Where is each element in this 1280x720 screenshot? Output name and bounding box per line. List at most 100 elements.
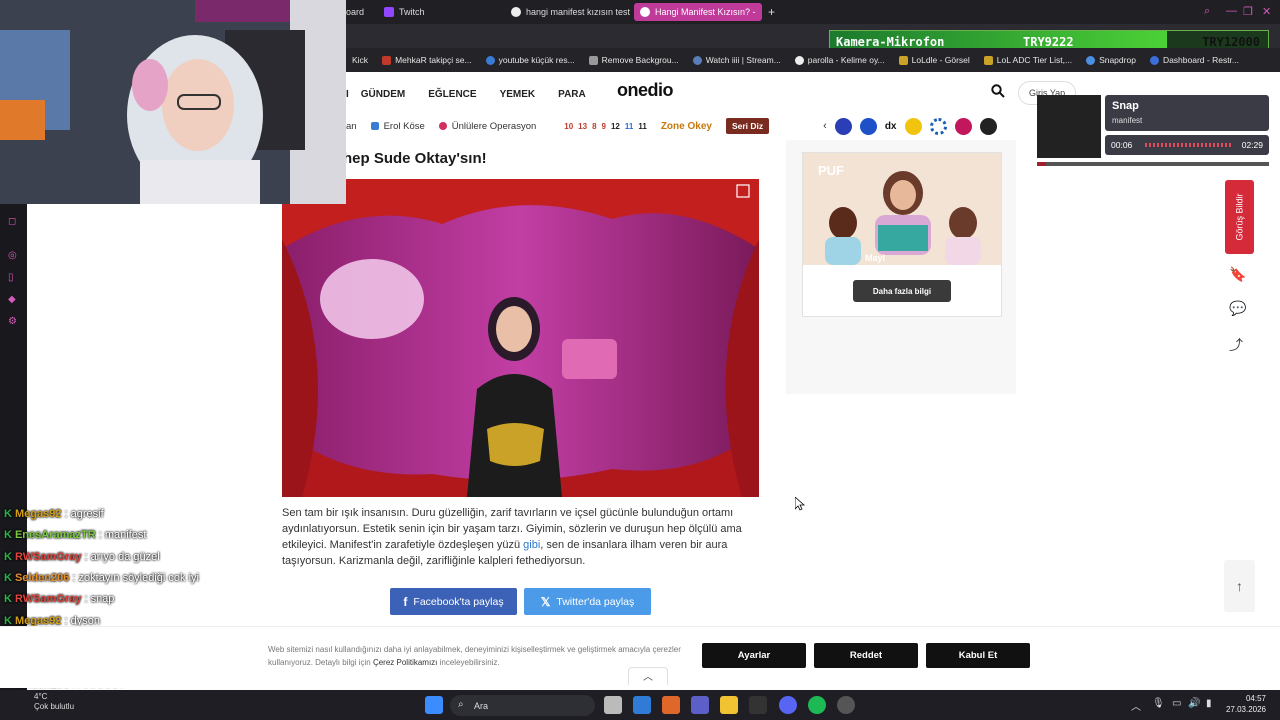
- twitch-icon: [384, 7, 394, 17]
- restore-icon[interactable]: ❐: [1243, 5, 1253, 18]
- bookmark-mehkar[interactable]: MehkaR takipçi se...: [382, 55, 472, 65]
- kick-badge-icon: K: [4, 614, 12, 627]
- file-explorer-icon[interactable]: [720, 696, 738, 714]
- subnav-unlulere-operasyon[interactable]: Ünlülere Operasyon: [438, 121, 536, 132]
- discord-icon[interactable]: [779, 696, 797, 714]
- bookmark-dashboard[interactable]: Dashboard - Restr...: [1149, 55, 1239, 65]
- bookmark-snapdrop[interactable]: Snapdrop: [1086, 55, 1136, 65]
- site-logo[interactable]: onedio: [617, 80, 674, 101]
- tab-onedio-quiz[interactable]: Hangi Manifest Kızısın? -: [634, 3, 762, 21]
- minimize-icon[interactable]: —: [1226, 5, 1237, 17]
- ad-more-info-button[interactable]: Daha fazla bilgi: [853, 280, 951, 302]
- bookmark-kick[interactable]: Kick: [352, 55, 368, 65]
- obs-icon[interactable]: [749, 696, 767, 714]
- bookmark-icon[interactable]: 🔖: [1229, 266, 1246, 283]
- nav-gundem[interactable]: GÜNDEM: [361, 89, 405, 100]
- ad-overlay-text: PUF: [818, 163, 844, 178]
- topic-icon: [370, 122, 379, 130]
- feedback-button[interactable]: Görüş Bildir: [1225, 180, 1254, 254]
- bookmark-lol-adc[interactable]: LoL ADC Tier List,...: [983, 55, 1072, 65]
- microphone-icon[interactable]: 🎙: [1152, 698, 1165, 709]
- inline-link[interactable]: gibi: [523, 539, 540, 551]
- task-view-icon[interactable]: [604, 696, 622, 714]
- brand-logo-icon[interactable]: [834, 117, 852, 135]
- search-icon[interactable]: [991, 84, 1005, 101]
- track-progress-fill: [1037, 162, 1047, 166]
- weather-widget[interactable]: 4°C Çok bulutlu: [12, 692, 74, 712]
- bookmark-parolla[interactable]: parolla - Kelime oy...: [794, 55, 885, 65]
- bookmark-removebg[interactable]: Remove Backgrou...: [588, 55, 679, 65]
- comments-icon[interactable]: 💬: [1229, 300, 1246, 317]
- start-menu-icon[interactable]: [425, 696, 443, 714]
- chat-separator: :: [81, 593, 91, 606]
- tile-number: 12: [610, 121, 620, 131]
- nav-yemek[interactable]: YEMEK: [500, 89, 536, 100]
- zone-okey-link[interactable]: Zone Okey: [661, 121, 712, 132]
- chat-text: zoktayın söylediği cok iyi: [78, 571, 199, 584]
- ad-image[interactable]: PUF Mayl: [803, 153, 1001, 265]
- kick-badge-icon: K: [4, 571, 12, 584]
- settings-icon[interactable]: ⚙: [8, 316, 17, 327]
- subnav-item[interactable]: an: [346, 121, 357, 132]
- brand-logo-icon[interactable]: dx: [885, 121, 897, 132]
- battery-icon[interactable]: ▮: [1206, 698, 1212, 709]
- brand-logo-icon[interactable]: [859, 117, 877, 135]
- instagram-icon[interactable]: ◻: [8, 216, 16, 227]
- teams-icon[interactable]: [691, 696, 709, 714]
- bookmark-watch[interactable]: Watch iiii | Stream...: [692, 55, 781, 65]
- scroll-to-top-button[interactable]: ↑: [1224, 560, 1255, 612]
- app-icon[interactable]: [633, 696, 651, 714]
- bookmark-icon: [588, 55, 598, 65]
- bookmark-loldle[interactable]: LoLdle - Görsel: [898, 55, 970, 65]
- brand-logo-icon[interactable]: [929, 117, 947, 135]
- seri-diz-button[interactable]: Seri Diz: [725, 118, 770, 134]
- new-tab-button[interactable]: +: [762, 3, 781, 21]
- taskbar-search[interactable]: ⌕ Ara: [450, 695, 595, 716]
- chrome-icon[interactable]: [837, 696, 855, 714]
- chat-text: snap: [90, 593, 115, 606]
- cookie-accept-button[interactable]: Kabul Et: [926, 643, 1030, 668]
- share-facebook-button[interactable]: f Facebook'ta paylaş: [390, 588, 517, 615]
- chevron-up-icon[interactable]: ︿: [1131, 698, 1141, 713]
- ad-card[interactable]: PUF Mayl Daha fazla bilgi: [802, 152, 1002, 317]
- cookie-policy-link[interactable]: Çerez Politikamızı: [373, 658, 437, 667]
- chat-separator: :: [61, 508, 71, 520]
- tab-twitch[interactable]: Twitch: [378, 3, 431, 21]
- search-tabs-icon[interactable]: ⌕: [1204, 5, 1210, 18]
- bookmark-youtube[interactable]: youtube küçük res...: [485, 55, 575, 65]
- tab-label: hangi manifest kızısın test: [526, 7, 631, 17]
- nav-item[interactable]: I: [346, 89, 349, 100]
- cookie-settings-button[interactable]: Ayarlar: [702, 643, 806, 668]
- tab-quiz-search[interactable]: hangi manifest kızısın test: [505, 3, 636, 21]
- chevron-left-icon[interactable]: ‹: [823, 120, 827, 132]
- cookie-reject-button[interactable]: Reddet: [814, 643, 918, 668]
- tile-number: 13: [578, 121, 588, 131]
- system-clock[interactable]: 04:57 27.03.2026: [1226, 693, 1266, 715]
- diamond-icon[interactable]: ◆: [8, 294, 16, 305]
- phone-icon[interactable]: ▯: [8, 272, 14, 283]
- close-icon[interactable]: ✕: [1262, 5, 1271, 18]
- subnav-erol-kose[interactable]: Erol Köse: [370, 121, 425, 132]
- bookmark-label: youtube küçük res...: [498, 55, 575, 65]
- chevron-up-icon[interactable]: ︿: [628, 667, 668, 685]
- bookmark-label: Kick: [352, 55, 369, 65]
- brand-logo-icon[interactable]: [979, 117, 997, 135]
- zone-okey-tiles[interactable]: 10 13 8 9 12 11 11: [564, 122, 647, 131]
- network-icon[interactable]: ▭: [1172, 698, 1181, 709]
- nav-eglence[interactable]: EĞLENCE: [428, 89, 476, 100]
- share-icon[interactable]: ⤴: [1229, 335, 1243, 355]
- brand-logo-icon[interactable]: [954, 117, 972, 135]
- brand-logo-icon[interactable]: [904, 117, 922, 135]
- volume-icon[interactable]: 🔊: [1188, 698, 1200, 709]
- chat-message: K Selden206 : zoktayın söylediği cok iyi: [4, 572, 199, 584]
- spotify-icon[interactable]: [808, 696, 826, 714]
- nav-para[interactable]: PARA: [558, 89, 586, 100]
- goal-label: Kamera-Mikrofon: [836, 35, 945, 49]
- tile-number: 10: [564, 121, 574, 131]
- result-heading: hep Sude Oktay'sın!: [343, 150, 487, 167]
- result-description: Sen tam bir ışık insanısın. Duru güzelli…: [282, 505, 760, 569]
- copilot-icon[interactable]: [662, 696, 680, 714]
- target-icon[interactable]: ◎: [8, 250, 17, 261]
- tile-number: 11: [624, 121, 634, 131]
- share-twitter-button[interactable]: 𝕏 Twitter'da paylaş: [524, 588, 651, 615]
